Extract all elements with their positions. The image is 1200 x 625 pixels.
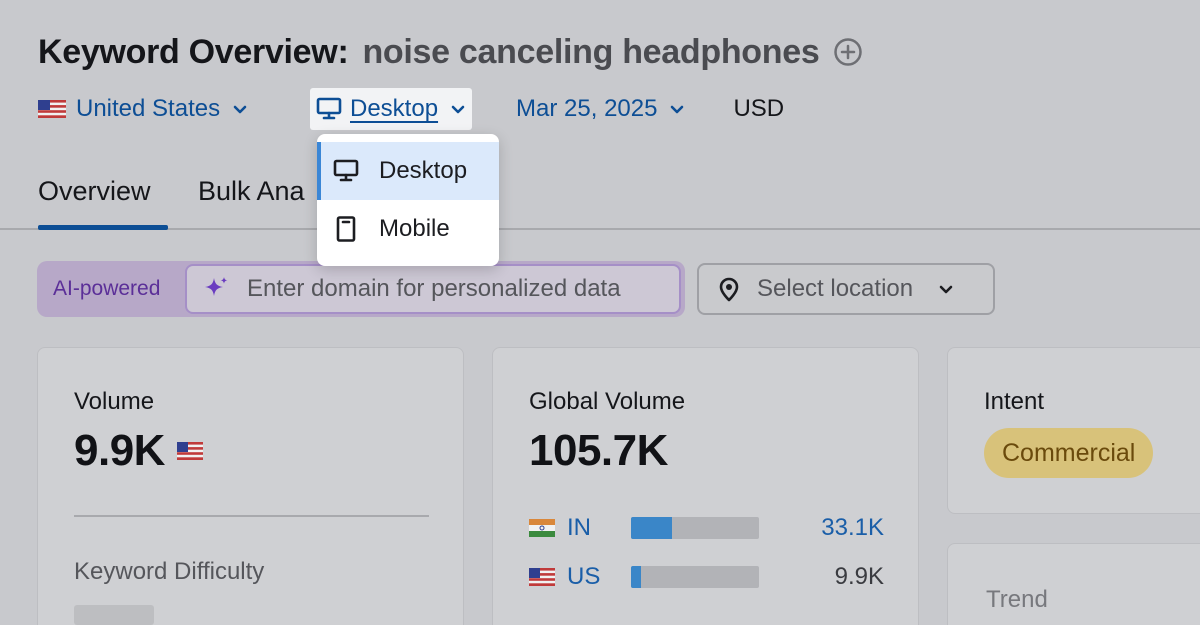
domain-input-placeholder: Enter domain for personalized data xyxy=(247,275,621,302)
keyword-difficulty-label: Keyword Difficulty xyxy=(74,558,265,585)
device-label: Desktop xyxy=(350,95,439,122)
chevron-down-icon xyxy=(937,280,955,298)
location-placeholder: Select location xyxy=(757,275,914,302)
trend-title: Trend xyxy=(986,586,1048,613)
filter-bar: United States Desktop Mar 25, 2025 USD xyxy=(38,88,784,130)
domain-input[interactable]: Enter domain for personalized data xyxy=(185,264,681,314)
country-volume: 9.9K xyxy=(834,562,884,590)
country-label: United States xyxy=(76,95,221,122)
india-flag-icon xyxy=(529,518,555,537)
ai-domain-box: AI-powered Enter domain for personalized… xyxy=(37,261,685,317)
menu-item-label: Mobile xyxy=(379,215,450,242)
menu-item-desktop[interactable]: Desktop xyxy=(317,142,499,200)
menu-item-label: Desktop xyxy=(379,157,468,184)
ai-powered-badge: AI-powered xyxy=(53,277,161,300)
trend-card: Trend xyxy=(947,543,1200,625)
country-code: US xyxy=(567,562,601,590)
country-selector[interactable]: United States xyxy=(38,95,310,123)
country-row-in[interactable]: IN 33.1K xyxy=(529,503,884,552)
volume-value: 9.9K xyxy=(74,426,165,475)
intent-card: Intent Commercial xyxy=(947,347,1200,514)
keyword-overview-page: Keyword Overview: noise canceling headph… xyxy=(0,0,1200,625)
intent-title: Intent xyxy=(984,388,1045,415)
add-circle-icon[interactable] xyxy=(833,37,863,67)
us-flag-icon xyxy=(529,567,555,586)
global-volume-card: Global Volume 105.7K IN 33.1K US 9.9K xyxy=(492,347,919,625)
sparkle-icon xyxy=(201,274,231,304)
volume-title: Volume xyxy=(74,388,155,415)
tab-bar: Overview Bulk Ana xyxy=(0,168,1200,230)
us-flag-icon xyxy=(38,100,66,118)
volume-value-row: 9.9K xyxy=(74,426,203,476)
card-divider xyxy=(74,515,429,517)
tab-bulk-analysis[interactable]: Bulk Ana xyxy=(198,176,305,207)
country-breakdown: IN 33.1K US 9.9K xyxy=(529,503,884,601)
active-tab-indicator xyxy=(38,225,168,230)
device-selector[interactable]: Desktop xyxy=(310,88,473,130)
intent-badge: Commercial xyxy=(984,428,1154,478)
tab-overview[interactable]: Overview xyxy=(38,176,151,207)
country-row-us[interactable]: US 9.9K xyxy=(529,552,884,601)
currency-label: USD xyxy=(733,95,785,122)
global-volume-title: Global Volume xyxy=(529,388,686,415)
keyword-title: noise canceling headphones xyxy=(362,32,820,71)
volume-card: Volume 9.9K Keyword Difficulty xyxy=(37,347,464,625)
mobile-icon xyxy=(333,216,359,242)
menu-item-mobile[interactable]: Mobile xyxy=(317,200,499,258)
chevron-down-icon xyxy=(450,101,466,117)
country-code: IN xyxy=(567,513,591,541)
page-title-row: Keyword Overview: noise canceling headph… xyxy=(38,30,863,74)
volume-share-bar xyxy=(631,516,759,539)
device-dropdown-menu: Desktop Mobile xyxy=(317,134,499,266)
page-title: Keyword Overview: xyxy=(38,32,349,71)
date-label: Mar 25, 2025 xyxy=(516,95,658,122)
volume-share-fill xyxy=(631,565,642,588)
desktop-icon xyxy=(316,97,342,121)
country-volume[interactable]: 33.1K xyxy=(821,514,884,542)
keyword-difficulty-value-placeholder xyxy=(74,605,154,625)
us-flag-icon xyxy=(176,442,203,460)
chevron-down-icon xyxy=(669,101,685,117)
location-pin-icon xyxy=(715,275,743,303)
location-select[interactable]: Select location xyxy=(697,263,995,315)
volume-share-fill xyxy=(631,516,672,539)
chevron-down-icon xyxy=(232,101,248,117)
tabs-divider xyxy=(0,228,1200,230)
date-selector[interactable]: Mar 25, 2025 xyxy=(516,95,685,123)
global-volume-value: 105.7K xyxy=(529,426,668,475)
desktop-icon xyxy=(333,158,359,184)
volume-share-bar xyxy=(631,565,759,588)
